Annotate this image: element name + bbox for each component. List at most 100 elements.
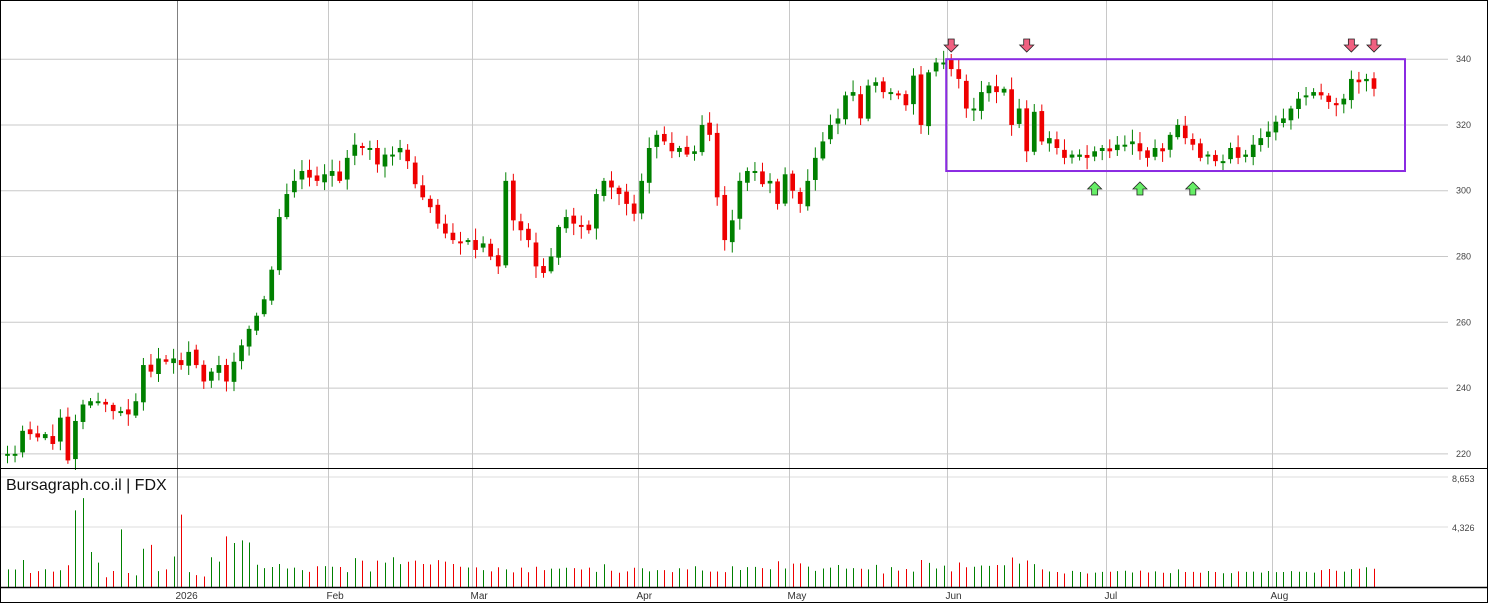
candle-body <box>654 134 660 147</box>
candle-body <box>903 94 909 106</box>
candle-body <box>292 180 297 193</box>
candle-body <box>609 180 614 188</box>
candle-body <box>805 180 811 207</box>
candle-body <box>911 75 916 105</box>
candle-body <box>276 217 282 271</box>
candle-body <box>209 371 214 381</box>
candle-body <box>631 203 637 214</box>
candle-body <box>12 453 18 456</box>
candle-body <box>110 404 116 412</box>
candle-body <box>367 147 373 150</box>
chart-frame <box>0 0 1488 603</box>
candle-body <box>359 146 365 148</box>
candle-body <box>1228 147 1233 160</box>
candle-body <box>1205 154 1211 157</box>
candle-body <box>95 401 101 404</box>
x-tick-label: Aug <box>1271 591 1289 602</box>
candle-body <box>880 81 886 93</box>
candle-body <box>224 364 229 382</box>
candle-body <box>73 420 78 460</box>
candle-body <box>480 243 486 248</box>
candle-body <box>1107 148 1113 152</box>
candle-body <box>586 224 592 231</box>
candle-body <box>299 171 305 180</box>
candle-body <box>435 204 441 224</box>
candle-body <box>450 232 456 241</box>
candle-body <box>1092 151 1098 157</box>
candle-body <box>812 157 818 180</box>
candle-body <box>1130 141 1135 145</box>
candle-body <box>344 157 350 180</box>
stock-chart: 220 240 260 280 300 320 340 2026 Feb Mar Apr May Jun… <box>0 0 1488 603</box>
candle-body <box>850 92 856 96</box>
y-tick-label: 240 <box>1456 383 1471 393</box>
candle-body <box>933 62 939 72</box>
volume-tick-label: 4,326 <box>1452 523 1475 533</box>
candle-body <box>510 180 516 221</box>
candle-body <box>541 266 546 273</box>
candle-body <box>88 401 93 406</box>
sell-signal-arrow <box>943 38 960 53</box>
candle-body <box>526 228 531 241</box>
candle-body <box>1198 143 1203 158</box>
candle-body <box>65 416 71 461</box>
candle-body <box>405 149 410 162</box>
candle-body <box>1099 147 1105 152</box>
candle-body <box>1084 154 1090 158</box>
candle-body <box>284 194 290 218</box>
candle-body <box>692 151 697 154</box>
candle-body <box>948 60 954 70</box>
candle-body <box>261 299 267 315</box>
candle-body <box>790 173 796 191</box>
candle-body <box>27 429 33 435</box>
y-tick-label: 220 <box>1456 449 1471 459</box>
candle-body <box>1145 150 1150 158</box>
candle-body <box>329 171 335 176</box>
candle-body <box>873 82 879 86</box>
candle-body <box>1182 125 1188 139</box>
candle-body <box>1250 144 1256 158</box>
candle-body <box>828 124 833 140</box>
candle-body <box>148 364 154 372</box>
candle-body <box>699 124 705 153</box>
candle-body <box>601 180 607 196</box>
candle-body <box>1213 154 1218 162</box>
candle-body <box>314 175 320 181</box>
candle-body <box>495 255 501 267</box>
candle-body <box>684 146 690 155</box>
candle-body <box>737 180 743 219</box>
y-tick-label: 280 <box>1456 252 1471 262</box>
candle-body <box>797 191 803 204</box>
buy-signal-arrow <box>1184 181 1201 196</box>
candle-body <box>1296 98 1301 109</box>
candle-body <box>216 365 222 373</box>
candle-body <box>661 133 667 142</box>
candle-body <box>971 108 977 111</box>
candle-body <box>1114 144 1120 151</box>
watermark-title: Bursagraph.co.il | FDX <box>6 477 167 494</box>
candle-body <box>1190 139 1196 145</box>
x-tick-label: 2026 <box>176 591 199 602</box>
candle-body <box>963 80 969 109</box>
candle-body <box>1031 111 1037 152</box>
candle-body <box>1265 131 1271 138</box>
candle-body <box>375 147 380 165</box>
buy-signal-arrow <box>1131 181 1148 196</box>
x-tick-label: Apr <box>637 591 653 602</box>
candle-body <box>80 404 86 422</box>
candle-body <box>782 174 788 204</box>
candle-body <box>563 217 569 229</box>
candle-body <box>1152 147 1158 157</box>
candle-body <box>1077 154 1082 157</box>
candle-body <box>382 154 388 167</box>
candle-body <box>745 171 750 183</box>
candle-body <box>35 433 41 438</box>
candle-body <box>171 358 176 364</box>
candle-body <box>1349 78 1354 101</box>
candle-body <box>1160 148 1165 152</box>
candle-body <box>571 215 577 224</box>
candle-body <box>865 85 871 119</box>
candle-body <box>1069 154 1075 158</box>
candle-body <box>1341 98 1347 105</box>
grid-lines <box>0 0 1448 587</box>
